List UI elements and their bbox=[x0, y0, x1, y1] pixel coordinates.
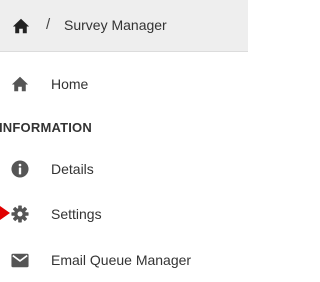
home-icon[interactable] bbox=[12, 17, 30, 35]
info-circle-icon bbox=[11, 160, 29, 178]
envelope-icon bbox=[11, 253, 29, 268]
nav-item-label: Details bbox=[51, 161, 94, 177]
breadcrumb: / Survey Manager bbox=[0, 0, 248, 52]
nav-item-details[interactable]: Details bbox=[0, 151, 248, 187]
section-heading-information: INFORMATION bbox=[0, 120, 92, 135]
nav-item-label: Email Queue Manager bbox=[51, 252, 192, 268]
home-icon bbox=[11, 76, 29, 92]
nav-item-home[interactable]: Home bbox=[0, 66, 248, 102]
nav-item-label: Settings bbox=[51, 206, 102, 222]
sidebar-panel: / Survey Manager Home INFORMATION Detail… bbox=[0, 0, 258, 282]
nav-item-settings[interactable]: Settings bbox=[0, 196, 248, 232]
nav-item-label: Home bbox=[51, 76, 89, 92]
nav-item-email-queue-manager[interactable]: Email Queue Manager bbox=[0, 242, 248, 278]
breadcrumb-separator: / bbox=[46, 16, 51, 33]
breadcrumb-current: Survey Manager bbox=[64, 17, 167, 33]
gear-icon bbox=[11, 205, 29, 223]
pointer-arrow-icon bbox=[0, 206, 10, 220]
